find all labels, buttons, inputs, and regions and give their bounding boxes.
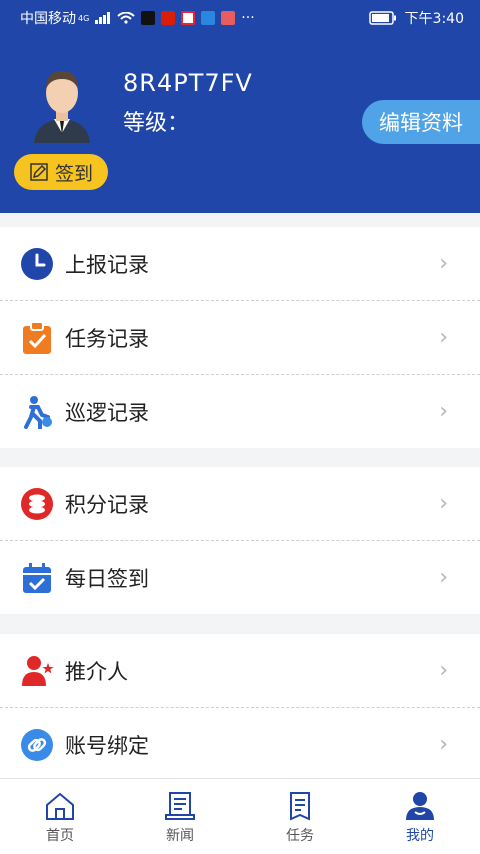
tab-news[interactable]: 新闻 [120,779,240,854]
calendar-check-icon [20,561,54,595]
chevron-right-icon: › [439,399,448,424]
user-id: 8R4PT7FV [123,69,253,97]
battery-icon [368,11,396,25]
chevron-right-icon: › [439,325,448,350]
clock-icon [20,247,54,281]
menu-item-label: 任务记录 [65,326,149,351]
carrier-label: 中国移动 [20,11,76,27]
avatar[interactable] [28,63,96,143]
tiktok-app-icon [141,11,156,25]
news-icon [165,792,195,820]
clock-time: 下午3:40 [404,11,464,27]
person-star-icon [20,654,54,688]
menu-item-task-records[interactable]: 任务记录 › [0,300,480,374]
tab-label: 我的 [406,828,434,844]
wifi-icon [117,12,135,24]
tab-home[interactable]: 首页 [0,779,120,854]
menu-item-daily-checkin[interactable]: 每日签到 › [0,540,480,614]
clipboard-check-icon [20,320,54,355]
cloud-app-icon [201,11,216,25]
menu-item-label: 积分记录 [65,492,149,517]
menu-item-label: 每日签到 [65,566,149,591]
tab-tasks[interactable]: 任务 [240,779,360,854]
checkin-button[interactable]: 签到 [14,154,108,190]
coins-icon [20,487,54,521]
checkin-label: 签到 [54,162,93,185]
menu-item-label: 上报记录 [65,252,149,277]
menu-item-report-records[interactable]: 上报记录 › [0,227,480,300]
signal-icon [95,12,111,24]
menu-item-referrer[interactable]: 推介人 › [0,634,480,707]
profile-header: 8R4PT7FV 等级： 编辑资料 签到 [0,33,480,213]
chevron-right-icon: › [439,565,448,590]
more-notifications-icon: ··· [241,10,255,26]
link-icon [20,728,54,762]
profile-icon [406,792,434,820]
menu-group-points: 积分记录 › 每日签到 › [0,467,480,614]
tab-label: 新闻 [166,828,194,844]
chevron-right-icon: › [439,658,448,683]
tab-label: 首页 [46,828,74,844]
menu-item-points-records[interactable]: 积分记录 › [0,467,480,540]
menu-group-records: 上报记录 › 任务记录 › 巡逻记录 › [0,227,480,448]
chevron-right-icon: › [439,491,448,516]
menu-item-patrol-records[interactable]: 巡逻记录 › [0,374,480,448]
tab-label: 任务 [286,828,314,844]
menu-item-account-binding[interactable]: 账号绑定 › [0,707,480,781]
status-bar: 中国移动 4G ··· 下午3:40 [0,0,480,33]
status-left: 中国移动 4G ··· [20,8,255,28]
menu-group-account: 推介人 › 账号绑定 › [0,634,480,781]
weibo-app-icon [181,11,196,25]
menu-item-label: 账号绑定 [65,733,149,758]
network-label: 4G [78,13,90,23]
menu-item-label: 巡逻记录 [65,400,149,425]
level-label: 等级： [123,111,190,136]
task-icon [290,792,310,821]
news-app-icon [161,11,176,25]
menu-item-label: 推介人 [65,659,128,684]
tab-mine[interactable]: 我的 [360,779,480,854]
edit-profile-button[interactable]: 编辑资料 [362,100,480,144]
walking-person-icon [20,395,54,429]
pencil-icon [30,163,48,181]
bottom-tab-bar: 首页 新闻 任务 我的 [0,778,480,854]
status-right: 下午3:40 [368,8,464,28]
chevron-right-icon: › [439,732,448,757]
video-app-icon [221,11,236,25]
chevron-right-icon: › [439,251,448,276]
home-icon [46,792,74,820]
